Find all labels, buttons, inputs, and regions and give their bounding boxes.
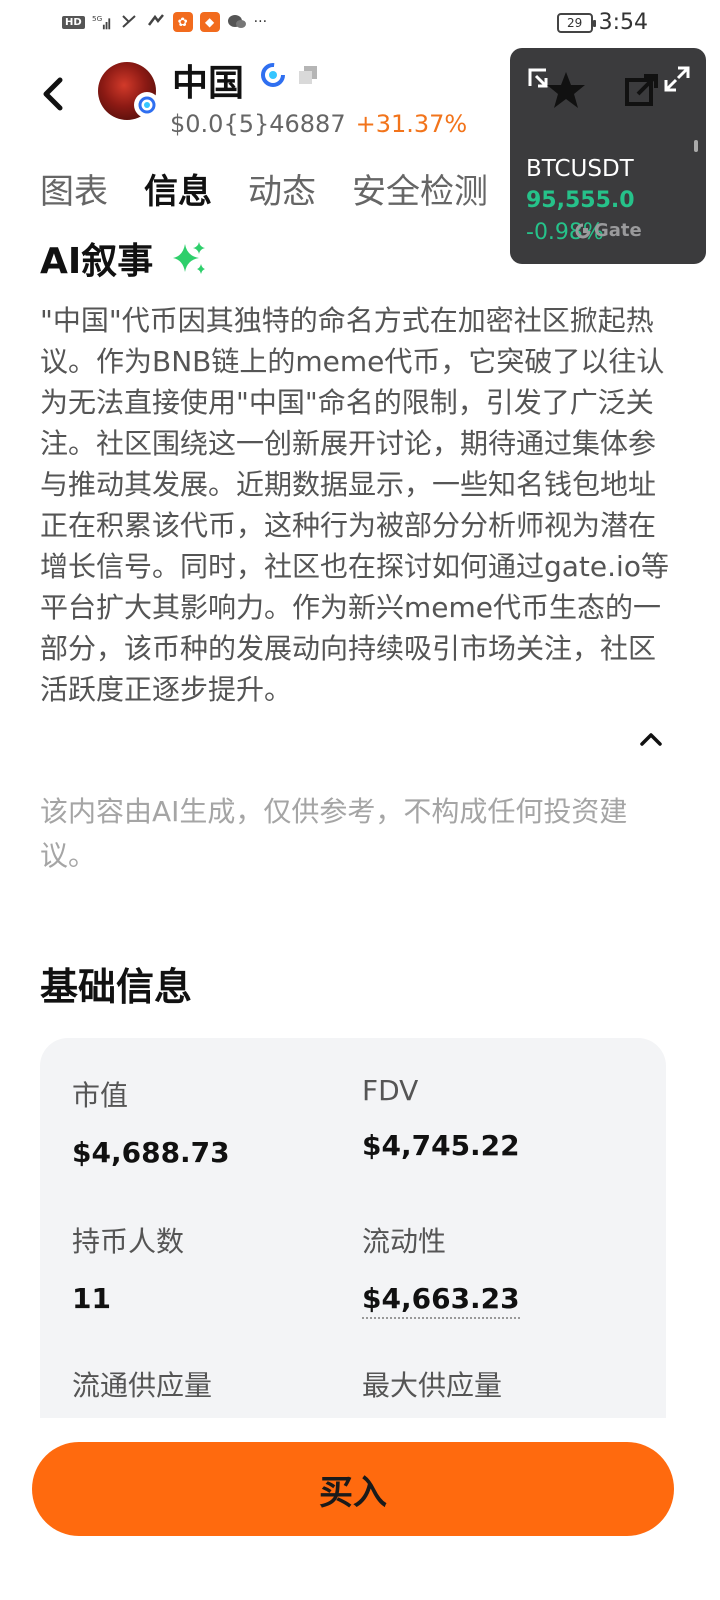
liquidity-label: 流动性 bbox=[362, 1225, 447, 1258]
chevron-up-icon bbox=[640, 733, 662, 746]
token-name: 中国 bbox=[172, 63, 245, 104]
app-icon: ✿ bbox=[172, 12, 193, 32]
ai-disclaimer: 该内容由AI生成，仅供参考，不构成任何投资建议。 bbox=[40, 795, 628, 872]
collapse-button[interactable] bbox=[636, 724, 666, 754]
fdv-cell: FDV $4,745.22 bbox=[362, 1074, 520, 1162]
ai-narrative-body: "中国"代币因其独特的命名方式在加密社区掀起热议。作为BNB链上的meme代币，… bbox=[40, 304, 669, 706]
gate-logo-icon bbox=[575, 223, 591, 238]
holders-label: 持币人数 bbox=[72, 1225, 185, 1258]
clock: 3:54 bbox=[598, 10, 648, 35]
fdv-value: $4,745.22 bbox=[362, 1129, 520, 1162]
signal-icon: 5G bbox=[92, 12, 112, 32]
market-cap-value: $4,688.73 bbox=[72, 1136, 230, 1169]
back-button[interactable] bbox=[36, 74, 70, 114]
widget-pair: BTCUSDT bbox=[526, 156, 634, 182]
holders-value: 11 bbox=[72, 1282, 111, 1315]
market-cap-cell: 市值 $4,688.73 bbox=[72, 1074, 230, 1169]
battery-icon: 29 bbox=[556, 12, 596, 33]
tab-bar: 图表 信息 动态 安全检测 bbox=[40, 164, 488, 213]
fdv-label: FDV bbox=[362, 1074, 419, 1107]
copy-icon[interactable] bbox=[296, 64, 320, 86]
verified-icon bbox=[260, 62, 286, 88]
holders-cell: 持币人数 11 bbox=[72, 1220, 184, 1315]
expand-icon[interactable] bbox=[664, 66, 690, 96]
floating-price-widget[interactable]: BTCUSDT 95,555.0 -0.98% Gate bbox=[510, 48, 706, 264]
max-supply-label: 最大供应量 bbox=[362, 1369, 503, 1402]
price-change: +31.37% bbox=[355, 110, 468, 138]
status-right: 29 3:54 bbox=[556, 10, 648, 35]
tab-chart[interactable]: 图表 bbox=[40, 164, 108, 213]
gate-brand-text: Gate bbox=[594, 220, 642, 241]
wechat-icon bbox=[227, 12, 247, 32]
more-notifications: ··· bbox=[253, 14, 268, 30]
svg-text:5G: 5G bbox=[92, 14, 103, 23]
status-left: HD 5G ✿ ◆ ··· bbox=[62, 12, 267, 32]
widget-scroll-indicator bbox=[694, 140, 698, 152]
star-icon[interactable] bbox=[546, 70, 586, 114]
basic-info-card: 市值 $4,688.73 FDV $4,745.22 持币人数 11 流动性 $… bbox=[40, 1038, 666, 1418]
app-icon: ◆ bbox=[199, 12, 220, 32]
liquidity-value[interactable]: $4,663.23 bbox=[362, 1282, 520, 1319]
basic-info-title: 基础信息 bbox=[40, 965, 193, 1009]
ai-narrative-heading: AI叙事 bbox=[40, 232, 207, 284]
open-external-icon[interactable] bbox=[624, 72, 660, 112]
hd-indicator: HD bbox=[62, 15, 85, 29]
market-cap-label: 市值 bbox=[72, 1079, 129, 1112]
buy-button[interactable]: 买入 bbox=[32, 1442, 674, 1536]
circulating-supply-label: 流通供应量 bbox=[72, 1369, 213, 1402]
sparkle-icon bbox=[173, 242, 206, 274]
status-bar: HD 5G ✿ ◆ ··· 29 3:54 bbox=[0, 0, 720, 48]
tab-activity[interactable]: 动态 bbox=[248, 164, 316, 213]
tab-info[interactable]: 信息 bbox=[144, 164, 212, 213]
max-supply-cell: 最大供应量 bbox=[362, 1364, 502, 1404]
tab-security[interactable]: 安全检测 bbox=[352, 164, 488, 213]
circulating-supply-cell: 流通供应量 bbox=[72, 1364, 212, 1404]
chain-badge-icon bbox=[134, 92, 160, 118]
notification-icon bbox=[119, 12, 139, 32]
chevron-left-icon bbox=[43, 77, 63, 111]
ai-narrative-title: AI叙事 bbox=[40, 241, 154, 282]
token-price: $0.0{5}46887 bbox=[170, 110, 346, 138]
widget-price: 95,555.0 bbox=[526, 188, 635, 213]
liquidity-cell[interactable]: 流动性 $4,663.23 bbox=[362, 1220, 520, 1319]
link-icon bbox=[146, 12, 166, 32]
gate-logo: Gate bbox=[574, 220, 642, 241]
price-line: $0.0{5}46887 +31.37% bbox=[170, 110, 467, 138]
